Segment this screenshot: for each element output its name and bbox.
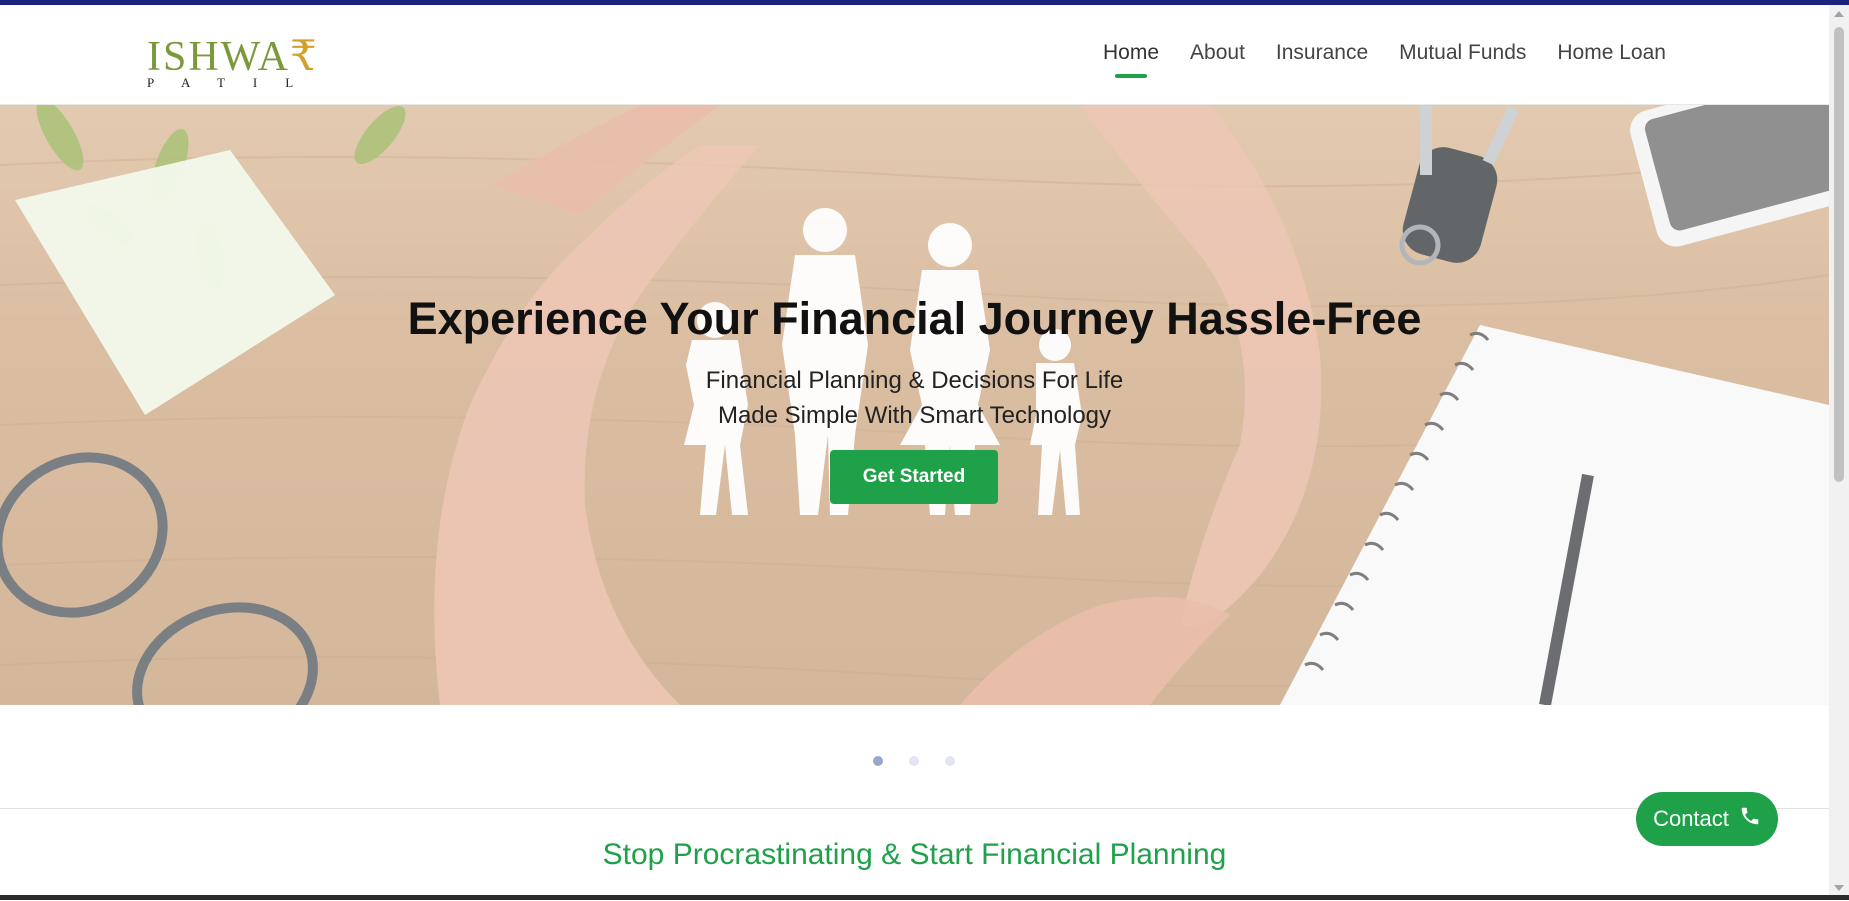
section-title: Stop Procrastinating & Start Financial P… [602, 838, 1227, 871]
hero-banner: Experience Your Financial Journey Hassle… [0, 105, 1829, 705]
logo-wordmark: ISHWA₹ [147, 31, 319, 81]
scrollbar-thumb[interactable] [1834, 27, 1844, 482]
hero-subtitle-line-1: Financial Planning & Decisions For Life [705, 367, 1124, 394]
bottom-edge-bar [0, 895, 1849, 900]
carousel-indicators [873, 756, 955, 766]
nav-item-about[interactable]: About [1190, 41, 1245, 65]
active-nav-indicator [1115, 74, 1148, 78]
logo-subtext: PATIL [147, 75, 322, 90]
nav-item-home[interactable]: Home [1103, 41, 1160, 78]
main-nav: Home About Insurance Mutual Funds Home L… [1103, 41, 1697, 78]
hero-subtitle-line-2: Made Simple With Smart Technology [717, 402, 1112, 429]
nav-item-insurance[interactable]: Insurance [1276, 41, 1368, 65]
nav-item-home-label: Home [1103, 41, 1160, 64]
site-header: ISHWA₹ PATIL Home About Insurance Mutual… [0, 5, 1829, 105]
hero-title: Experience Your Financial Journey Hassle… [407, 293, 1422, 344]
nav-item-mutual-funds[interactable]: Mutual Funds [1399, 41, 1526, 65]
rupee-icon: ₹ [290, 34, 319, 80]
nav-item-about-label: About [1190, 41, 1245, 64]
nav-item-mutual-funds-label: Mutual Funds [1399, 41, 1527, 64]
contact-button[interactable]: Contact [1636, 792, 1778, 846]
carousel-dot-2[interactable] [909, 756, 919, 766]
brand-logo[interactable]: ISHWA₹ PATIL [147, 27, 327, 97]
carousel-dot-1[interactable] [873, 756, 883, 766]
carousel-dot-3[interactable] [945, 756, 955, 766]
contact-button-label: Contact [1653, 806, 1729, 831]
scroll-up-arrow-icon[interactable] [1834, 11, 1844, 17]
get-started-button[interactable]: Get Started [830, 450, 998, 504]
nav-item-home-loan[interactable]: Home Loan [1557, 41, 1666, 65]
nav-item-insurance-label: Insurance [1275, 41, 1369, 64]
phone-icon [1739, 805, 1761, 833]
logo-text: ISHWA₹ [147, 34, 319, 80]
nav-item-home-loan-label: Home Loan [1557, 41, 1666, 64]
page-scrollbar[interactable] [1829, 5, 1849, 900]
planning-section: Stop Procrastinating & Start Financial P… [0, 808, 1829, 901]
scroll-down-arrow-icon[interactable] [1834, 885, 1844, 891]
hero-subtitle: Financial Planning & Decisions For Life … [0, 363, 1829, 433]
